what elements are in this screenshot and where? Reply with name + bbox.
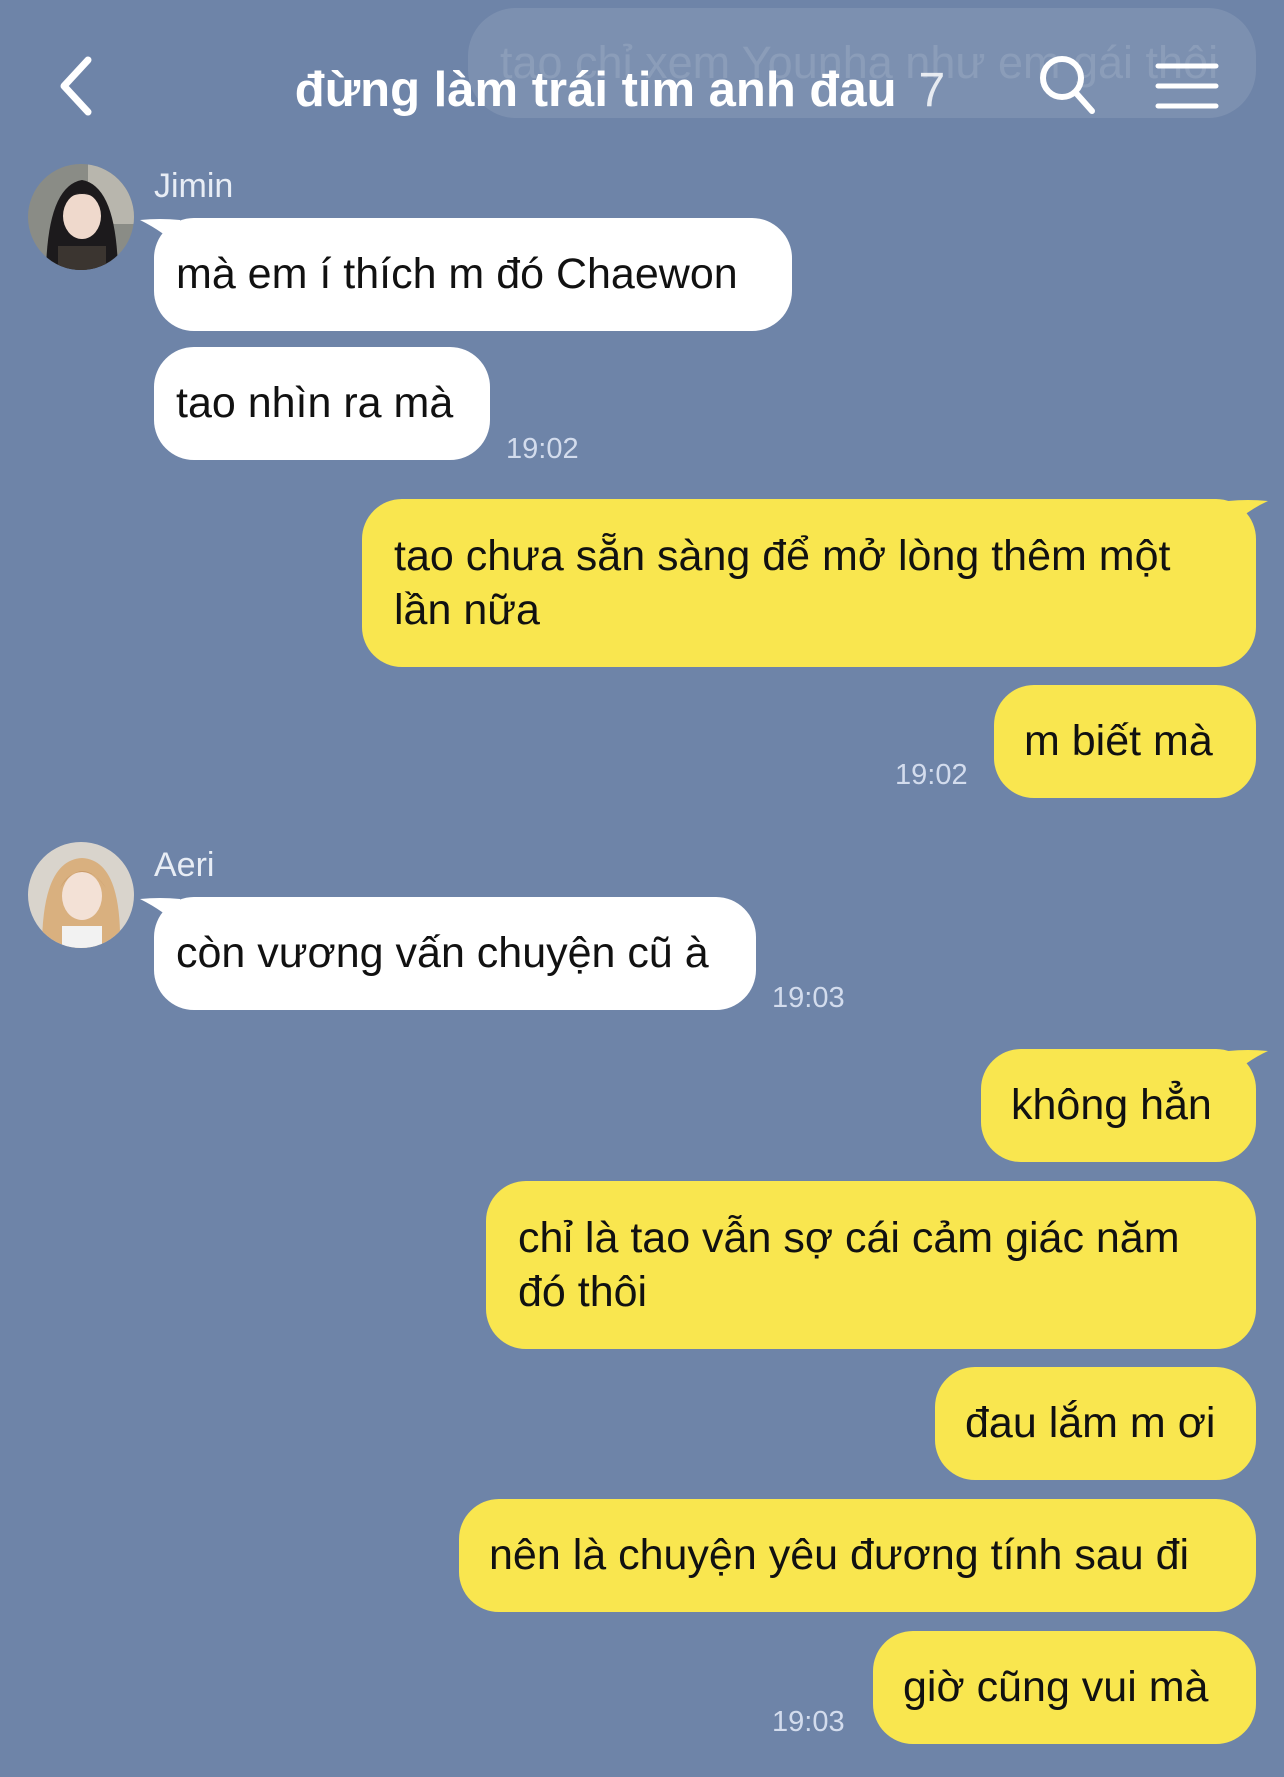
timestamp: 19:03 [772, 982, 845, 1014]
message-me-2[interactable]: m biết mà [994, 685, 1256, 798]
message-text: tao nhìn ra mà [176, 379, 454, 427]
back-chevron-icon [60, 56, 92, 116]
message-me-6[interactable]: nên là chuyện yêu đương tính sau đi [459, 1499, 1256, 1612]
search-icon [1040, 56, 1095, 114]
message-me-1[interactable]: tao chưa sẵn sàng để mở lòng thêm một lầ… [362, 499, 1268, 667]
bubble-tail [1228, 1050, 1268, 1079]
message-text-line-1: chỉ là tao vẫn sợ cái cảm giác năm [518, 1214, 1180, 1262]
bubble-tail [140, 898, 180, 927]
menu-button[interactable] [1154, 60, 1220, 112]
message-me-4[interactable]: chỉ là tao vẫn sợ cái cảm giác năm đó th… [486, 1181, 1256, 1349]
timestamp: 19:03 [772, 1706, 845, 1738]
message-jimin-1[interactable]: mà em í thích m đó Chaewon [140, 218, 792, 331]
sender-name-aeri: Aeri [154, 846, 215, 884]
bubble-tail [140, 219, 180, 248]
chat-title: đừng làm trái tim anh đau [294, 63, 897, 117]
message-text-line-2: lần nữa [394, 586, 540, 634]
chat-header: tao chỉ xem Younha như em gái thôi đừng … [0, 0, 1284, 170]
avatar-aeri[interactable] [28, 842, 134, 948]
menu-icon [1155, 63, 1219, 109]
message-text: giờ cũng vui mà [903, 1663, 1209, 1711]
message-text: đau lắm m ơi [965, 1399, 1216, 1447]
chat-title-area[interactable]: đừng làm trái tim anh đau 7 [250, 58, 990, 122]
message-jimin-2[interactable]: tao nhìn ra mà [154, 347, 490, 460]
message-text: không hẳn [1011, 1081, 1212, 1129]
avatar-jimin[interactable] [28, 164, 134, 270]
timestamp: 19:02 [506, 433, 579, 465]
back-button[interactable] [52, 50, 112, 122]
message-text: m biết mà [1024, 717, 1213, 765]
message-me-7[interactable]: giờ cũng vui mà [873, 1631, 1256, 1744]
message-aeri-1[interactable]: còn vương vấn chuyện cũ à [140, 897, 756, 1010]
message-text: nên là chuyện yêu đương tính sau đi [489, 1531, 1190, 1579]
message-me-3[interactable]: không hẳn [981, 1049, 1268, 1162]
timestamp: 19:02 [895, 759, 968, 791]
message-text: mà em í thích m đó Chaewon [176, 250, 738, 298]
bubble-tail [1228, 500, 1268, 529]
message-text-line-1: tao chưa sẵn sàng để mở lòng thêm một [394, 532, 1171, 580]
search-button[interactable] [1036, 52, 1098, 118]
message-text: còn vương vấn chuyện cũ à [176, 929, 709, 977]
member-count: 7 [918, 64, 946, 117]
sender-name-jimin: Jimin [154, 167, 234, 205]
message-me-5[interactable]: đau lắm m ơi [935, 1367, 1256, 1480]
message-text-line-2: đó thôi [518, 1268, 648, 1316]
